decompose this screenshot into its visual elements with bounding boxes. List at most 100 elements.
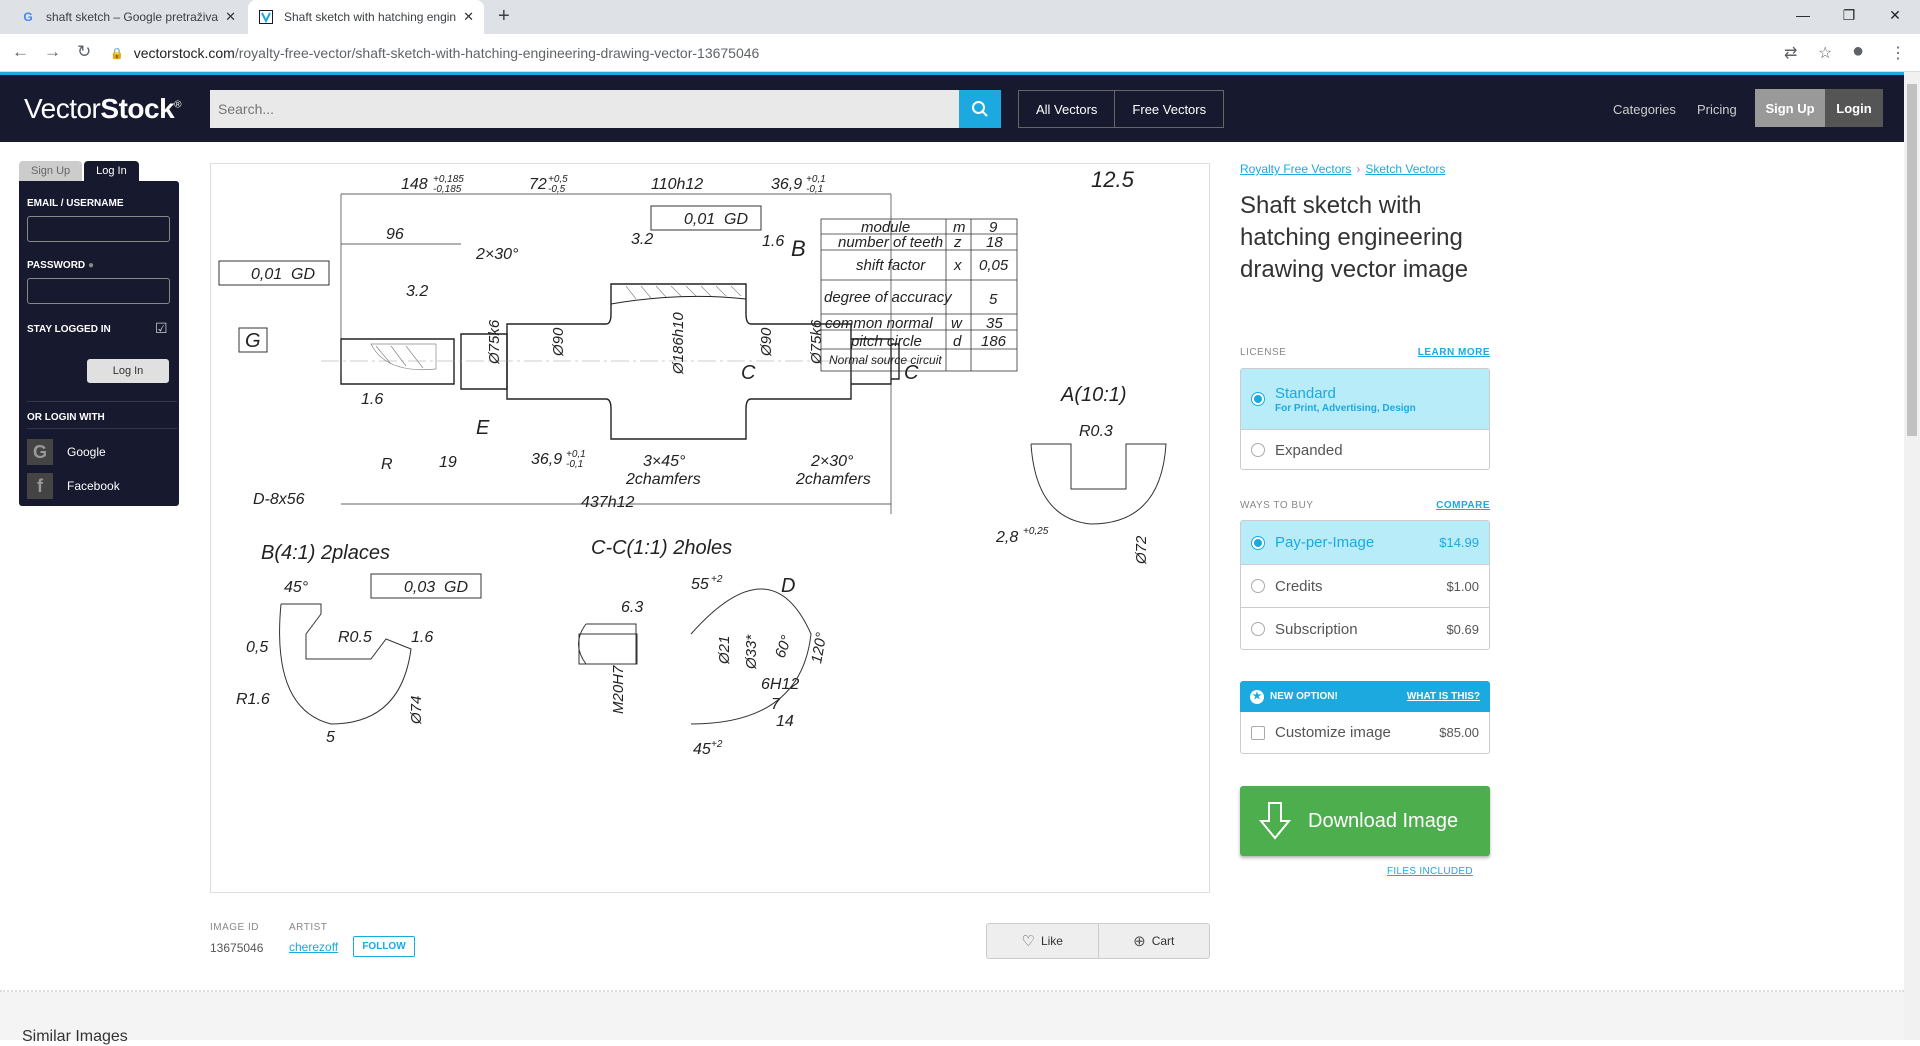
- search-button[interactable]: [959, 90, 1001, 128]
- logo-bold: Stock: [100, 93, 175, 124]
- search-icon: [972, 101, 988, 117]
- svg-text:36,9: 36,9: [771, 176, 802, 193]
- svg-text:Ø72: Ø72: [1133, 535, 1150, 565]
- page-scrollbar[interactable]: [1904, 72, 1920, 1040]
- login-button[interactable]: Login: [1825, 89, 1883, 127]
- browser-tab-google[interactable]: G shaft sketch – Google pretraživan ✕: [10, 0, 246, 34]
- compare-link[interactable]: COMPARE: [1436, 500, 1490, 511]
- svg-text:R: R: [381, 456, 393, 473]
- new-tab-icon[interactable]: +: [498, 5, 510, 28]
- svg-text:72: 72: [529, 176, 547, 193]
- license-options: Standard For Print, Advertising, Design E…: [1240, 368, 1490, 470]
- filter-all-vectors[interactable]: All Vectors: [1019, 91, 1114, 127]
- learn-more-link[interactable]: LEARN MORE: [1418, 347, 1490, 358]
- way-price: $14.99: [1439, 535, 1479, 550]
- svg-text:148: 148: [401, 176, 428, 193]
- tab-title: shaft sketch – Google pretraživan: [46, 10, 220, 24]
- signup-button[interactable]: Sign Up: [1755, 89, 1825, 127]
- follow-button[interactable]: FOLLOW: [353, 936, 415, 957]
- svg-text:d: d: [953, 333, 962, 350]
- what-is-this-link[interactable]: WHAT IS THIS?: [1407, 691, 1480, 702]
- panel-login-button[interactable]: Log In: [87, 359, 169, 383]
- search-input[interactable]: [210, 90, 960, 128]
- google-login-button[interactable]: G Google: [27, 439, 106, 465]
- email-field[interactable]: [27, 216, 170, 242]
- svg-text:D: D: [781, 575, 795, 597]
- breadcrumb-royalty-free[interactable]: Royalty Free Vectors: [1240, 162, 1351, 176]
- tab-signup[interactable]: Sign Up: [19, 161, 83, 181]
- translate-icon[interactable]: ⇄: [1784, 43, 1797, 63]
- bookmark-star-icon[interactable]: ☆: [1818, 43, 1832, 63]
- nav-categories[interactable]: Categories: [1613, 102, 1676, 117]
- like-button[interactable]: ♡ Like: [987, 924, 1098, 958]
- svg-text:3×45°: 3×45°: [643, 453, 686, 470]
- checkbox-icon[interactable]: [1251, 725, 1265, 740]
- svg-text:-0,185: -0,185: [433, 184, 462, 195]
- svg-text:Normal source circuit: Normal source circuit: [829, 353, 942, 367]
- breadcrumb: Royalty Free Vectors › Sketch Vectors: [1240, 162, 1445, 176]
- download-button[interactable]: Download Image: [1240, 786, 1490, 856]
- tab-login[interactable]: Log In: [84, 161, 139, 181]
- purchase-options: Pay-per-Image $14.99 Credits $1.00 Subsc…: [1240, 520, 1490, 650]
- artist-link[interactable]: cherezoff: [289, 940, 338, 954]
- way-credits[interactable]: Credits $1.00: [1241, 564, 1489, 607]
- svg-text:Ø90: Ø90: [758, 327, 775, 357]
- stay-logged-checkbox[interactable]: ☑: [155, 320, 168, 337]
- way-pay-per-image[interactable]: Pay-per-Image $14.99: [1241, 521, 1489, 564]
- svg-text:GD: GD: [444, 579, 468, 596]
- license-expanded[interactable]: Expanded: [1241, 429, 1489, 469]
- files-included-link[interactable]: FILES INCLUDED: [1387, 866, 1473, 877]
- cart-label: Cart: [1151, 934, 1175, 948]
- url-field[interactable]: 🔒 vectorstock.com/royalty-free-vector/sh…: [110, 39, 1810, 67]
- scrollbar-thumb[interactable]: [1907, 84, 1917, 436]
- svg-text:0,05: 0,05: [979, 257, 1009, 274]
- similar-images-heading: Similar Images: [22, 1028, 128, 1045]
- svg-text:R1.6: R1.6: [236, 691, 270, 708]
- vectorstock-logo[interactable]: VectorStock®: [24, 93, 182, 125]
- ways-label: WAYS TO BUY: [1240, 500, 1314, 511]
- divider: [27, 401, 177, 402]
- back-icon[interactable]: ←: [12, 42, 29, 62]
- close-icon[interactable]: ✕: [463, 9, 474, 25]
- heart-icon: ♡: [1021, 933, 1035, 950]
- svg-text:GD: GD: [724, 211, 748, 228]
- license-name: Expanded: [1275, 441, 1343, 459]
- password-label: PASSWORD ●: [27, 260, 94, 271]
- password-field[interactable]: [27, 278, 170, 304]
- filter-free-vectors[interactable]: Free Vectors: [1114, 91, 1223, 127]
- svg-text:0,03: 0,03: [404, 579, 435, 596]
- customize-option[interactable]: Customize image $85.00: [1240, 712, 1490, 754]
- svg-text:R0.5: R0.5: [338, 629, 372, 646]
- svg-text:0,5: 0,5: [246, 639, 268, 656]
- svg-text:E: E: [476, 417, 490, 439]
- window-close-icon[interactable]: ✕: [1872, 0, 1918, 30]
- svg-text:D-8x56: D-8x56: [253, 491, 305, 508]
- profile-icon[interactable]: ●: [1852, 40, 1864, 63]
- breadcrumb-sketch[interactable]: Sketch Vectors: [1365, 162, 1445, 176]
- facebook-login-button[interactable]: f Facebook: [27, 473, 120, 499]
- vector-image-preview[interactable]: 148 +0,185 -0,185 72 +0,5 -0,5 110h12 36,9 +0…: [210, 163, 1210, 893]
- maximize-icon[interactable]: ❐: [1826, 0, 1872, 30]
- cart-button[interactable]: ⊕ Cart: [1097, 924, 1210, 958]
- svg-text:x: x: [953, 257, 962, 274]
- license-header: LICENSE LEARN MORE: [1240, 347, 1490, 358]
- menu-icon[interactable]: ⋮: [1890, 43, 1906, 63]
- minimize-icon[interactable]: —: [1780, 0, 1826, 30]
- svg-text:M20H7: M20H7: [610, 665, 627, 714]
- svg-text:B: B: [791, 236, 806, 261]
- way-subscription[interactable]: Subscription $0.69: [1241, 607, 1489, 649]
- forward-icon[interactable]: →: [44, 42, 61, 62]
- svg-text:A(10:1): A(10:1): [1060, 384, 1127, 406]
- image-id-label: IMAGE ID: [210, 922, 260, 933]
- download-arrow-icon: [1258, 802, 1292, 840]
- close-icon[interactable]: ✕: [225, 9, 236, 25]
- password-label-text: PASSWORD: [27, 260, 86, 271]
- license-standard[interactable]: Standard For Print, Advertising, Design: [1241, 369, 1489, 429]
- vectorstock-icon: [258, 9, 274, 25]
- logo-mark: ®: [174, 99, 182, 111]
- browser-tab-vectorstock[interactable]: Shaft sketch with hatching engin ✕: [248, 0, 484, 34]
- reload-icon[interactable]: ↻: [77, 42, 91, 62]
- new-option-label: NEW OPTION!: [1270, 691, 1338, 702]
- nav-pricing[interactable]: Pricing: [1697, 102, 1737, 117]
- radio-icon: [1251, 443, 1265, 457]
